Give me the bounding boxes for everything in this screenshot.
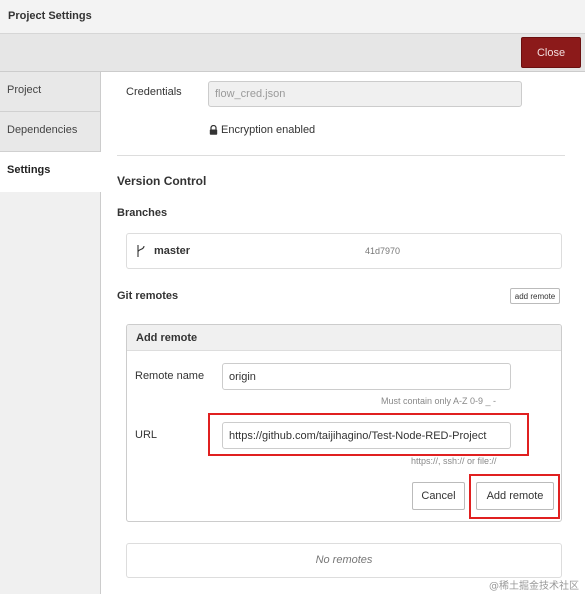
remote-name-hint: Must contain only A-Z 0-9 _ - xyxy=(381,396,497,406)
add-remote-highlight-box xyxy=(469,474,560,519)
settings-panel: Credentials Encryption enabled Version C… xyxy=(101,72,585,594)
url-highlight-box xyxy=(208,413,529,456)
dialog-titlebar: Project Settings xyxy=(0,0,585,34)
remotes-empty-text: No remotes xyxy=(315,554,373,566)
dialog-title: Project Settings xyxy=(8,10,92,22)
version-control-heading: Version Control xyxy=(117,174,207,188)
credentials-label: Credentials xyxy=(126,86,182,98)
add-remote-heading: Add remote xyxy=(136,332,198,344)
credentials-input[interactable] xyxy=(208,81,522,107)
branch-name: master xyxy=(154,245,191,257)
branch-icon xyxy=(136,244,146,258)
dialog-toolbar: Close xyxy=(0,34,585,72)
url-label: URL xyxy=(135,429,158,441)
remote-name-label: Remote name xyxy=(135,370,205,382)
add-remote-small-button[interactable]: add remote xyxy=(510,288,560,304)
lock-icon xyxy=(209,124,218,135)
git-remotes-heading: Git remotes xyxy=(117,290,179,302)
tab-settings[interactable]: Settings xyxy=(0,152,101,192)
watermark: @稀土掘金技术社区 xyxy=(489,581,579,592)
tab-project[interactable]: Project xyxy=(0,72,100,112)
branch-commit: 41d7970 xyxy=(365,246,401,256)
divider xyxy=(117,155,565,156)
settings-sidebar: Project Dependencies Settings xyxy=(0,72,101,594)
remotes-list: No remotes xyxy=(126,543,562,578)
close-button[interactable]: Close xyxy=(521,37,581,68)
branches-heading: Branches xyxy=(117,207,168,219)
remote-name-input[interactable] xyxy=(222,363,511,390)
encryption-status: Encryption enabled xyxy=(221,124,316,136)
cancel-button[interactable]: Cancel xyxy=(412,482,465,510)
branch-row[interactable]: master 41d7970 xyxy=(126,233,562,269)
add-remote-header: Add remote xyxy=(127,325,561,351)
tab-dependencies[interactable]: Dependencies xyxy=(0,112,100,152)
url-hint: https://, ssh:// or file:// xyxy=(411,456,497,466)
